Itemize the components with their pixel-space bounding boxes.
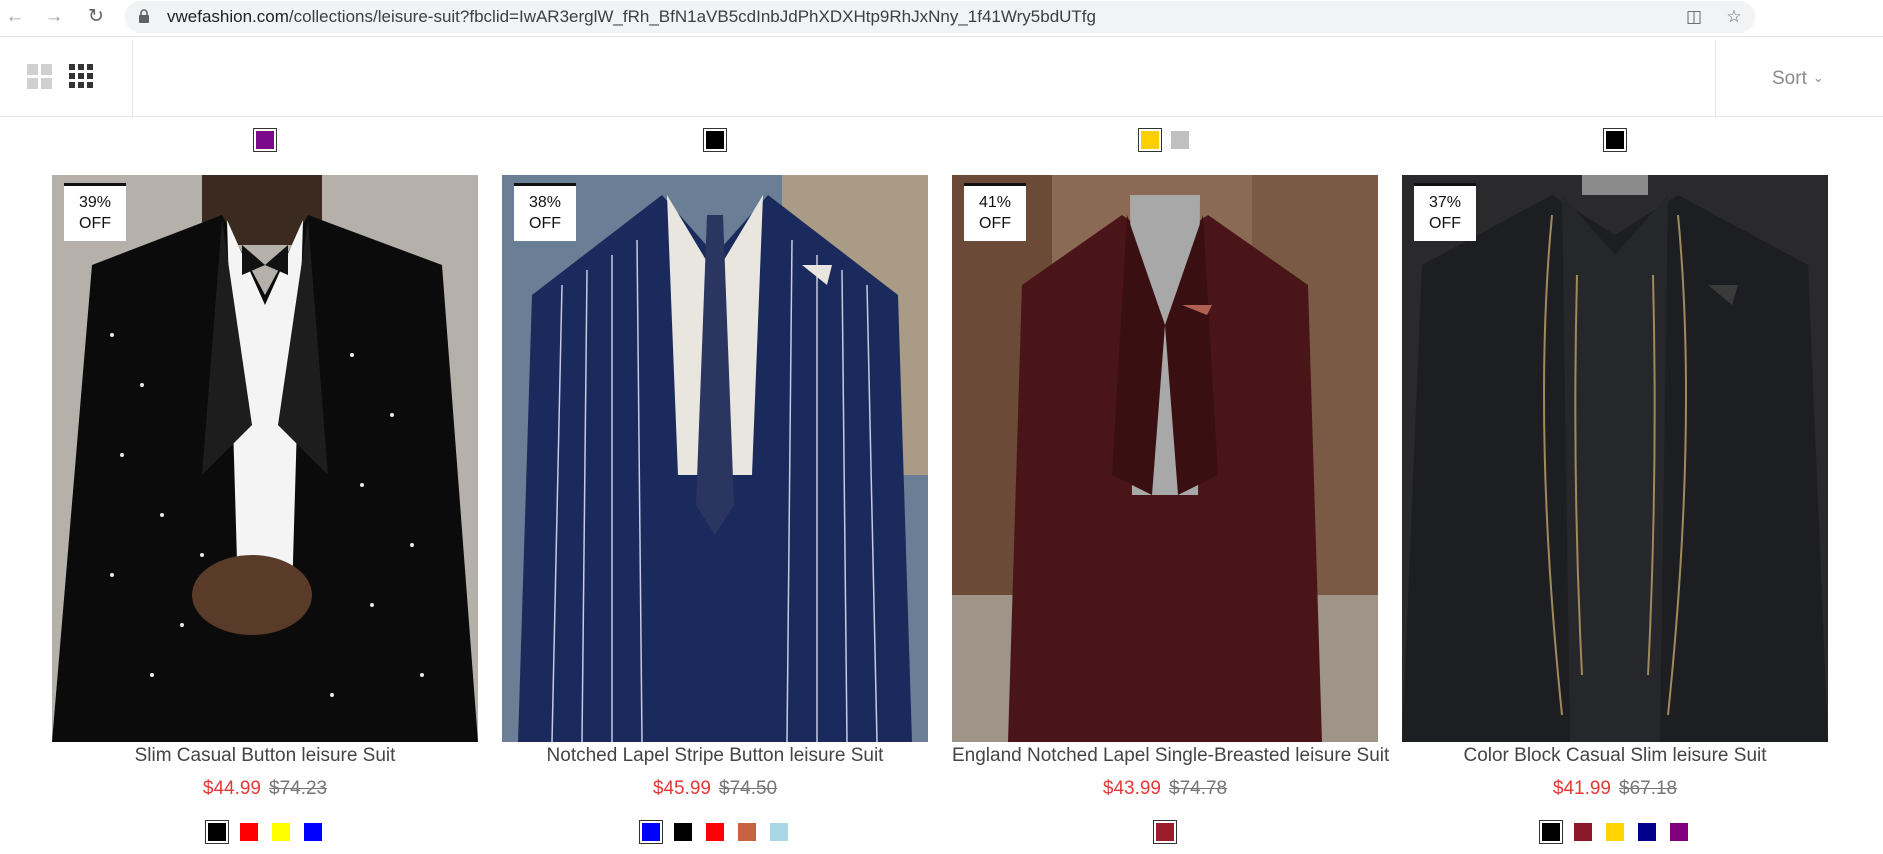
compare-price: $67.18 [1619, 778, 1678, 799]
discount-badge: 39% OFF [64, 183, 126, 241]
product-title[interactable]: Slim Casual Button leisure Suit [52, 745, 478, 767]
color-swatch[interactable] [769, 822, 789, 842]
product-image[interactable]: 37% OFF [1402, 175, 1828, 742]
product-price: $43.99 $74.78 [952, 778, 1378, 800]
color-swatch[interactable] [1637, 822, 1657, 842]
product-image[interactable]: 41% OFF [952, 175, 1378, 742]
top-swatches [502, 128, 928, 160]
back-icon[interactable]: ← [3, 5, 27, 29]
bottom-swatches [52, 820, 478, 844]
compare-price: $74.23 [269, 778, 328, 799]
color-swatch[interactable] [205, 820, 229, 844]
grid-3-view-icon[interactable] [69, 64, 93, 88]
top-swatches [52, 128, 478, 160]
bookmark-star-icon[interactable]: ☆ [1723, 7, 1745, 27]
bottom-swatches [502, 820, 928, 844]
collection-toolbar: Sort ⌄ [0, 40, 1883, 117]
product-price: $44.99 $74.23 [52, 778, 478, 800]
address-bar[interactable]: vwefashion.com/collections/leisure-suit?… [125, 1, 1755, 33]
product-image[interactable]: 39% OFF [52, 175, 478, 742]
color-swatch[interactable] [737, 822, 757, 842]
color-swatch[interactable] [271, 822, 291, 842]
product-title[interactable]: Notched Lapel Stripe Button leisure Suit [502, 745, 928, 767]
product-title[interactable]: England Notched Lapel Single-Breasted le… [952, 745, 1389, 767]
color-swatch[interactable] [1153, 820, 1177, 844]
cast-icon[interactable]: ◫ [1683, 7, 1705, 27]
toolbar-divider [1715, 40, 1716, 116]
color-swatch[interactable] [1603, 128, 1627, 152]
color-swatch[interactable] [705, 822, 725, 842]
grid-2-view-icon[interactable] [27, 64, 52, 89]
color-swatch[interactable] [1605, 822, 1625, 842]
color-swatch[interactable] [253, 128, 277, 152]
color-swatch[interactable] [639, 820, 663, 844]
top-swatches [952, 128, 1378, 160]
sort-dropdown[interactable]: Sort ⌄ [1772, 68, 1824, 90]
compare-price: $74.78 [1169, 778, 1228, 799]
product-price: $41.99 $67.18 [1402, 778, 1828, 800]
color-swatch[interactable] [1170, 130, 1190, 150]
sale-price: $43.99 [1102, 778, 1161, 799]
color-swatch[interactable] [1138, 128, 1162, 152]
compare-price: $74.50 [719, 778, 778, 799]
color-swatch[interactable] [1573, 822, 1593, 842]
bottom-swatches [952, 820, 1378, 844]
top-swatches [1402, 128, 1828, 160]
reload-icon[interactable]: ↻ [84, 5, 108, 29]
discount-badge: 41% OFF [964, 183, 1026, 241]
url-text: vwefashion.com/collections/leisure-suit?… [167, 7, 1096, 26]
sale-price: $45.99 [652, 778, 711, 799]
product-price: $45.99 $74.50 [502, 778, 928, 800]
discount-badge: 38% OFF [514, 183, 576, 241]
forward-icon[interactable]: → [42, 5, 66, 29]
discount-badge: 37% OFF [1414, 183, 1476, 241]
color-swatch[interactable] [1539, 820, 1563, 844]
color-swatch[interactable] [303, 822, 323, 842]
product-image[interactable]: 38% OFF [502, 175, 928, 742]
color-swatch[interactable] [703, 128, 727, 152]
browser-toolbar: ← → ↻ vwefashion.com/collections/leisure… [0, 0, 1883, 37]
color-swatch[interactable] [239, 822, 259, 842]
color-swatch[interactable] [673, 822, 693, 842]
chevron-down-icon: ⌄ [1812, 70, 1824, 85]
sale-price: $41.99 [1552, 778, 1611, 799]
sale-price: $44.99 [202, 778, 261, 799]
bottom-swatches [1402, 820, 1828, 844]
lock-icon [139, 9, 149, 23]
sort-label: Sort [1772, 68, 1807, 89]
product-title[interactable]: Color Block Casual Slim leisure Suit [1402, 745, 1828, 767]
toolbar-divider [132, 40, 133, 116]
color-swatch[interactable] [1669, 822, 1689, 842]
